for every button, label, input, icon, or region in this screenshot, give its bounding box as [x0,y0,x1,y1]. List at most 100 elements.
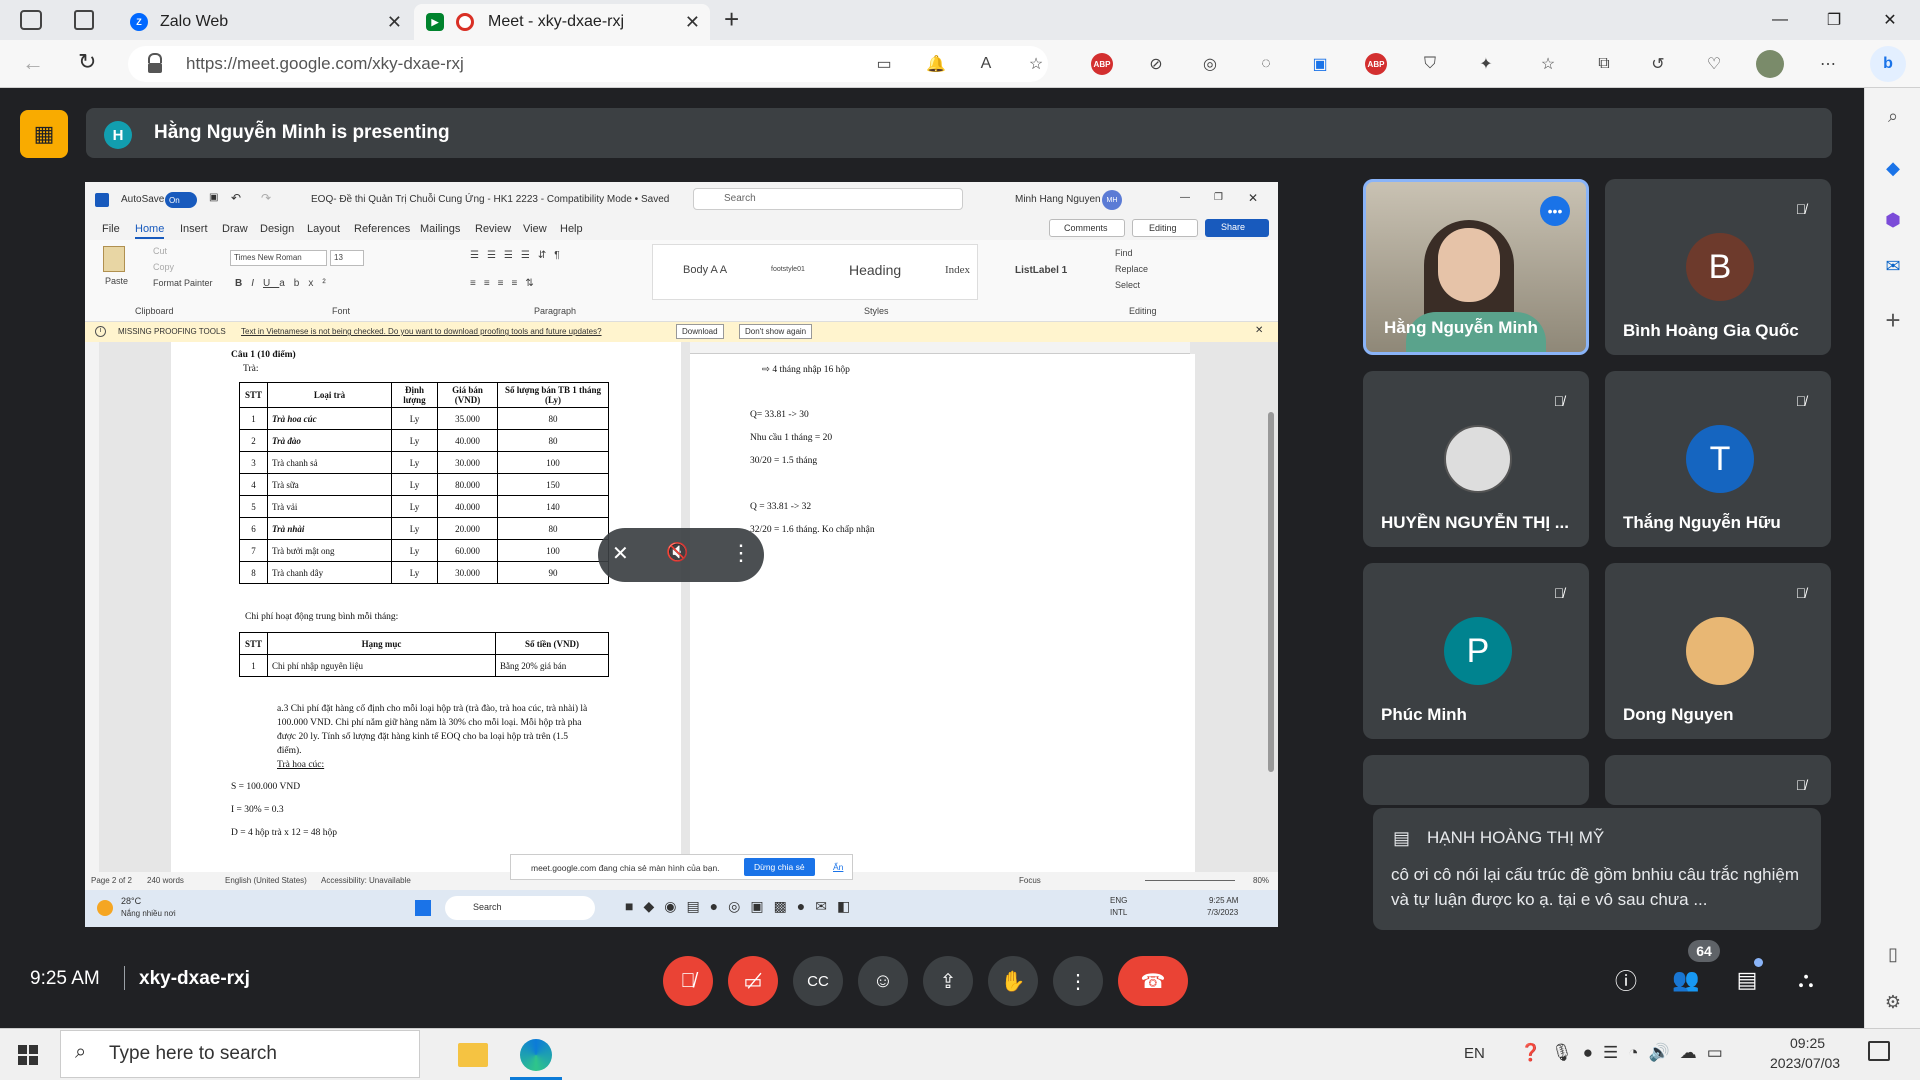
mute-tile-icon[interactable]: 🔇 [666,542,688,563]
read-aloud-icon[interactable]: A [972,50,1000,78]
menu-design[interactable]: Design [260,223,294,235]
leave-call-button[interactable]: ☎ [1118,956,1188,1006]
format-painter-button[interactable]: Format Painter [153,278,213,288]
share-button[interactable]: Share [1205,219,1269,237]
cut-button[interactable]: Cut [153,246,167,256]
document-title[interactable]: EOQ- Đề thi Quản Trị Chuỗi Cung Ứng - HK… [311,194,669,205]
menu-home[interactable]: Home [135,223,165,239]
windows-start-icon[interactable] [18,1045,38,1065]
redo-icon[interactable]: ↷ [261,191,271,205]
close-tab-icon[interactable]: ✕ [685,12,700,33]
more-options-button[interactable]: ••• [1540,196,1570,226]
add-icon[interactable]: + [1879,305,1907,335]
word-search-box[interactable]: Search [693,188,963,210]
close-button[interactable]: ✕ [1248,191,1258,205]
favorite-icon[interactable]: ☆ [1022,50,1050,78]
raise-hand-button[interactable]: ✋ [988,956,1038,1006]
clock-time[interactable]: 09:25 [1790,1035,1825,1051]
find-button[interactable]: Find [1115,248,1133,258]
collections-icon[interactable]: ⧉ [1590,50,1618,78]
pin-off-icon[interactable]: ✕ [612,541,629,566]
outlook-icon[interactable]: ✉ [1879,252,1907,280]
minimize-button[interactable]: — [1180,192,1190,203]
align-buttons[interactable]: ≡≡≡≡⇅ [470,278,542,289]
more-options-icon[interactable]: ⋮ [730,540,752,566]
word-count[interactable]: 240 words [147,876,184,885]
editing-button[interactable]: Editing [1132,219,1198,237]
tab-actions-icon[interactable] [74,10,94,30]
present-button[interactable]: ⇪ [923,956,973,1006]
language[interactable]: English (United States) [225,876,307,885]
windows-search-box[interactable]: ⌕ Type here to search [60,1030,420,1078]
performance-icon[interactable]: ♡ [1700,50,1728,78]
dont-show-again-button[interactable]: Don't show again [739,324,813,339]
notification-center-icon[interactable] [1868,1041,1890,1061]
profile-avatar[interactable] [1756,50,1784,78]
adblock-icon[interactable]: ABP [1088,50,1116,78]
tab-meet[interactable]: ▶ Meet - xky-dxae-rxj ✕ [414,4,710,40]
people-icon[interactable]: 👥 [1666,960,1706,1000]
page-left[interactable]: Câu 1 (10 điểm) Trà: STT Loại trà Định l… [171,342,681,872]
menu-file[interactable]: File [102,223,120,235]
undo-icon[interactable]: ↶ [231,191,241,205]
history-icon[interactable]: ↺ [1644,50,1672,78]
extension-icon[interactable]: ◌ [1252,50,1280,78]
participant-tile[interactable]: 🎙̸ [1605,755,1831,805]
save-icon[interactable]: ▣ [209,192,218,203]
menu-insert[interactable]: Insert [180,223,208,235]
paragraph-buttons[interactable]: ☰☰☰☰⇵¶ [470,250,568,261]
inner-search-box[interactable]: Search [445,896,595,920]
copy-button[interactable]: Copy [153,262,174,272]
refresh-icon[interactable]: ↻ [78,49,96,75]
maximize-button[interactable]: ❐ [1214,192,1223,203]
page-count[interactable]: Page 2 of 2 [91,876,132,885]
more-menu-icon[interactable]: ⋯ [1814,50,1842,78]
extension-compass-icon[interactable]: ⊘ [1142,50,1170,78]
style-index[interactable]: Index [945,264,970,276]
style-footstyle[interactable]: footstyle01 [771,266,805,273]
style-heading[interactable]: Heading [849,262,901,278]
menu-draw[interactable]: Draw [222,223,248,235]
participant-tile[interactable]: 🎙̸ T Thắng Nguyễn Hữu [1605,371,1831,547]
menu-layout[interactable]: Layout [307,223,340,235]
input-language[interactable]: EN [1464,1045,1485,1062]
focus-button[interactable]: Focus [1019,876,1041,885]
comments-button[interactable]: Comments [1049,219,1125,237]
taskbar-apps[interactable]: ■◆◉▤●◎▣▩●✉◧ [625,898,860,915]
page-right[interactable]: ⇨ 4 tháng nhập 16 hộp Q= 33.81 -> 30 Nhu… [690,354,1195,872]
tray-icons[interactable]: ❓🎙●☰◔🔊☁▭ [1520,1043,1733,1063]
more-options-button[interactable]: ⋮ [1053,956,1103,1006]
autosave-toggle[interactable]: On [165,192,197,208]
lock-icon[interactable] [148,53,162,73]
activities-icon[interactable]: ⛬ [1786,960,1826,1000]
split-screen-icon[interactable]: ▯ [1879,940,1907,968]
settings-icon[interactable]: ⚙ [1879,988,1907,1016]
close-tab-icon[interactable]: ✕ [387,12,402,33]
pin-presentation-icon[interactable]: ▦ [20,110,68,158]
zoom-level[interactable]: 80% [1253,876,1269,885]
style-listlabel[interactable]: ListLabel 1 [1015,265,1067,276]
download-button[interactable]: Download [676,324,724,339]
edge-taskbar-icon[interactable] [520,1039,552,1071]
file-explorer-icon[interactable] [458,1043,488,1067]
info-icon[interactable]: ⓘ [1606,960,1646,1000]
menu-references[interactable]: References [354,223,410,235]
user-avatar[interactable]: MH [1102,190,1122,210]
style-body[interactable]: Body A A [683,264,727,276]
hide-button[interactable]: Ẩn [833,862,843,872]
search-icon[interactable]: ⌕ [1879,102,1907,130]
extension-icon[interactable]: ◎ [1196,50,1224,78]
shopping-icon[interactable]: ◆ [1879,154,1907,182]
notification-blocked-icon[interactable]: 🔔 [922,50,950,78]
camera-permission-icon[interactable]: ▭ [870,50,898,78]
new-tab-button[interactable]: + [724,4,739,35]
input-lang[interactable]: ENG [1110,896,1127,905]
participant-tile[interactable]: 🎙̸ HUYỀN NGUYỄN THỊ ... [1363,371,1589,547]
participant-tile-video[interactable]: ••• Hằng Nguyễn Minh [1363,179,1589,355]
close-window-button[interactable]: ✕ [1862,0,1918,40]
extension-icon[interactable]: ▣ [1306,50,1334,78]
message-text[interactable]: Text in Vietnamese is not being checked.… [241,327,602,336]
scrollbar[interactable] [1268,412,1274,772]
replace-button[interactable]: Replace [1115,264,1148,274]
address-bar[interactable]: https://meet.google.com/xky-dxae-rxj [128,46,1048,82]
